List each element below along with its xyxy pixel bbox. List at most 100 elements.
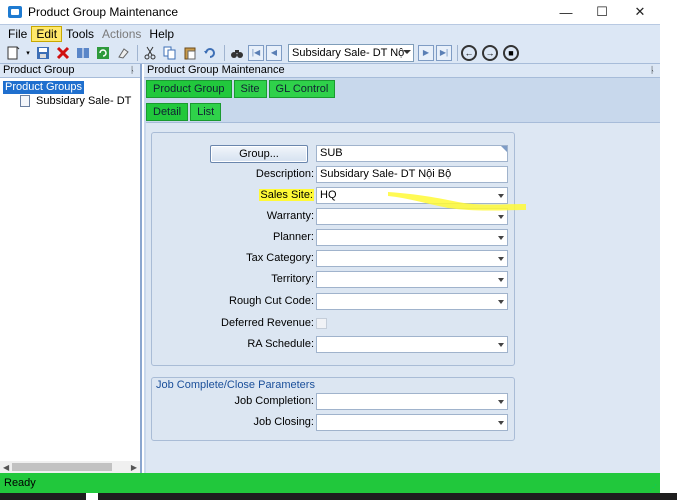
- dropdown-arrow-icon[interactable]: ▾: [24, 44, 32, 62]
- warranty-row: Warranty:: [152, 208, 516, 226]
- next-record-icon[interactable]: ▶: [418, 44, 434, 61]
- chevron-down-icon[interactable]: [498, 194, 504, 198]
- warranty-select[interactable]: [316, 208, 508, 225]
- refresh-icon[interactable]: [94, 44, 112, 62]
- group-value: SUB: [320, 147, 343, 159]
- warranty-label: Warranty:: [266, 210, 314, 222]
- scroll-left-icon[interactable]: ◀: [3, 463, 9, 472]
- job-closing-label: Job Closing:: [253, 416, 314, 428]
- chevron-down-icon: [403, 49, 411, 54]
- planner-row: Planner:: [152, 229, 516, 247]
- horizontal-scrollbar[interactable]: ◀ ▶: [0, 461, 140, 473]
- chevron-down-icon[interactable]: [498, 215, 504, 219]
- job-completion-select[interactable]: [316, 393, 508, 410]
- back-icon[interactable]: ←: [461, 44, 477, 61]
- toolbar: ▾ |◀ ◀ Subsidary Sale- DT Nộ ▶ ▶| ← → ■: [0, 42, 660, 64]
- tree-panel-title: Product Group: [3, 64, 75, 76]
- cut-icon[interactable]: [141, 44, 159, 62]
- forward-icon[interactable]: →: [482, 44, 498, 61]
- job-closing-select[interactable]: [316, 414, 508, 431]
- ra-schedule-select[interactable]: [316, 336, 508, 353]
- territory-label: Territory:: [271, 273, 314, 285]
- job-completion-label: Job Completion:: [234, 395, 315, 407]
- chevron-down-icon[interactable]: [498, 236, 504, 240]
- tax-category-select[interactable]: [316, 250, 508, 267]
- description-field[interactable]: Subsidary Sale- DT Nội Bộ: [316, 166, 508, 183]
- territory-row: Territory:: [152, 271, 516, 289]
- tab-list[interactable]: List: [190, 103, 222, 121]
- ra-schedule-row: RA Schedule:: [152, 336, 516, 354]
- book-icon[interactable]: [74, 44, 92, 62]
- group-field[interactable]: SUB: [316, 145, 508, 162]
- toolbar-separator: [457, 44, 458, 61]
- sales-site-select[interactable]: HQ: [316, 187, 508, 204]
- tab-site[interactable]: Site: [233, 80, 267, 98]
- last-record-icon[interactable]: ▶|: [436, 44, 452, 61]
- pin-icon[interactable]: ᚿ: [130, 64, 135, 77]
- sales-site-label: Sales Site:: [259, 189, 314, 201]
- taskbar-edge: [0, 493, 677, 500]
- tree-node-label: Subsidary Sale- DT: [36, 95, 132, 107]
- home-icon[interactable]: ■: [503, 44, 519, 61]
- product-group-details: Group... SUB Description: Subsidary Sale…: [151, 132, 515, 366]
- scroll-right-icon[interactable]: ▶: [131, 463, 137, 472]
- title-bar: Product Group Maintenance — ☐ ✕: [0, 0, 660, 24]
- toolbar-separator: [137, 44, 138, 61]
- tree-node-product-groups[interactable]: Product Groups: [3, 81, 85, 94]
- binoculars-icon[interactable]: [228, 44, 246, 62]
- fold-corner: [501, 146, 507, 152]
- undo-icon[interactable]: [201, 44, 219, 62]
- app-icon: [8, 6, 22, 18]
- minimize-button[interactable]: —: [548, 0, 584, 24]
- job-params-title: Job Complete/Close Parameters: [156, 379, 315, 391]
- maximize-button[interactable]: ☐: [584, 0, 620, 24]
- menu-file[interactable]: File: [4, 26, 31, 42]
- maintenance-panel: Product Group Maintenance ᚿ Product Grou…: [144, 64, 660, 473]
- planner-select[interactable]: [316, 229, 508, 246]
- save-icon[interactable]: [34, 44, 52, 62]
- tree-node-subsidary-sale[interactable]: Subsidary Sale- DT: [20, 95, 140, 107]
- new-icon[interactable]: [4, 44, 22, 62]
- tab-product-group[interactable]: Product Group: [146, 80, 232, 98]
- scroll-thumb[interactable]: [12, 463, 112, 471]
- group-button[interactable]: Group...: [210, 145, 308, 163]
- description-value: Subsidary Sale- DT Nội Bộ: [320, 168, 452, 180]
- close-button[interactable]: ✕: [620, 0, 660, 24]
- tab-detail[interactable]: Detail: [146, 103, 189, 121]
- chevron-down-icon[interactable]: [498, 257, 504, 261]
- taskbar-mark: [86, 493, 98, 500]
- planner-label: Planner:: [273, 231, 314, 243]
- menu-tools[interactable]: Tools: [62, 26, 98, 42]
- tax-category-row: Tax Category:: [152, 250, 516, 268]
- sales-site-row: Sales Site: HQ: [152, 187, 516, 205]
- copy-icon[interactable]: [161, 44, 179, 62]
- main-tabs: Product Group Site GL Control: [146, 80, 337, 100]
- rough-cut-select[interactable]: [316, 293, 508, 310]
- chevron-down-icon[interactable]: [498, 343, 504, 347]
- menu-actions[interactable]: Actions: [98, 26, 145, 42]
- chevron-down-icon[interactable]: [498, 278, 504, 282]
- tree-panel: Product Group ᚿ Product Groups Subsidary…: [0, 64, 142, 473]
- group-row: Group... SUB: [152, 145, 516, 163]
- delete-icon[interactable]: [54, 44, 72, 62]
- eraser-icon[interactable]: [114, 44, 132, 62]
- deferred-revenue-checkbox[interactable]: [316, 318, 327, 329]
- previous-record-icon[interactable]: ◀: [266, 44, 282, 61]
- job-complete-close-parameters: Job Complete/Close Parameters Job Comple…: [151, 377, 515, 441]
- chevron-down-icon[interactable]: [498, 421, 504, 425]
- deferred-revenue-label: Deferred Revenue:: [221, 317, 314, 329]
- record-selector-value: Subsidary Sale- DT Nộ: [292, 46, 405, 59]
- deferred-revenue-row: Deferred Revenue:: [152, 315, 516, 333]
- record-selector[interactable]: Subsidary Sale- DT Nộ: [288, 43, 414, 62]
- chevron-down-icon[interactable]: [498, 400, 504, 404]
- pin-icon[interactable]: ᚿ: [650, 64, 655, 77]
- territory-select[interactable]: [316, 271, 508, 288]
- chevron-down-icon[interactable]: [498, 300, 504, 304]
- first-record-icon[interactable]: |◀: [248, 44, 264, 61]
- paste-icon[interactable]: [181, 44, 199, 62]
- window-edge: [660, 0, 677, 493]
- tab-gl-control[interactable]: GL Control: [268, 80, 336, 98]
- ra-schedule-label: RA Schedule:: [247, 338, 314, 350]
- menu-edit[interactable]: Edit: [31, 25, 63, 42]
- menu-help[interactable]: Help: [145, 26, 178, 42]
